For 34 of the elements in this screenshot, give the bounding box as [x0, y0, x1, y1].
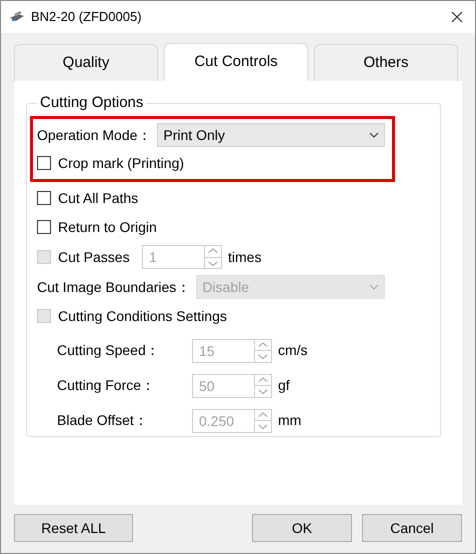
printer-icon: [9, 11, 25, 23]
checkbox[interactable]: [37, 156, 51, 170]
dropdown[interactable]: Print Only: [157, 123, 385, 147]
unit-label: gf: [278, 376, 290, 395]
unit-label: cm/s: [278, 341, 308, 360]
field-label: Blade Offset：: [57, 411, 149, 430]
checkbox-label: Cutting Conditions Settings: [58, 306, 227, 326]
window-title: BN2-20 (ZFD0005): [31, 8, 142, 26]
field-label: Cut Image Boundaries：: [37, 278, 190, 297]
checkbox-label: Cut Passes: [58, 248, 131, 266]
unit-label: mm: [278, 411, 302, 430]
field-label: Operation Mode：: [37, 126, 152, 145]
dialog-button[interactable]: OK: [252, 514, 352, 542]
checkbox-label: Crop mark (Printing): [58, 154, 184, 173]
checkbox-label: Cut All Paths: [58, 188, 138, 208]
checkbox[interactable]: [37, 191, 51, 205]
close-icon[interactable]: [451, 11, 463, 23]
chevron-down-icon: [369, 132, 379, 138]
group-title: Cutting Options: [37, 94, 146, 112]
chevron-down-icon: [369, 284, 379, 290]
spinner-value: 15: [198, 342, 216, 360]
spinner-value: 0.250: [198, 412, 236, 430]
dialog-button[interactable]: Cancel: [362, 514, 462, 542]
spinner-value: 1: [148, 248, 158, 267]
tab[interactable]: Others: [314, 44, 458, 81]
field-label: Cutting Speed：: [57, 341, 161, 360]
field-label: Cutting Force：: [57, 376, 156, 395]
checkbox[interactable]: [37, 220, 51, 234]
spinner-value: 50: [198, 376, 216, 396]
tab[interactable]: Quality: [14, 44, 158, 81]
dialog-button[interactable]: Reset ALL: [14, 514, 133, 542]
checkbox-label: Return to Origin: [58, 218, 157, 237]
unit-label: times: [228, 248, 262, 266]
tab[interactable]: Cut Controls: [164, 43, 308, 81]
